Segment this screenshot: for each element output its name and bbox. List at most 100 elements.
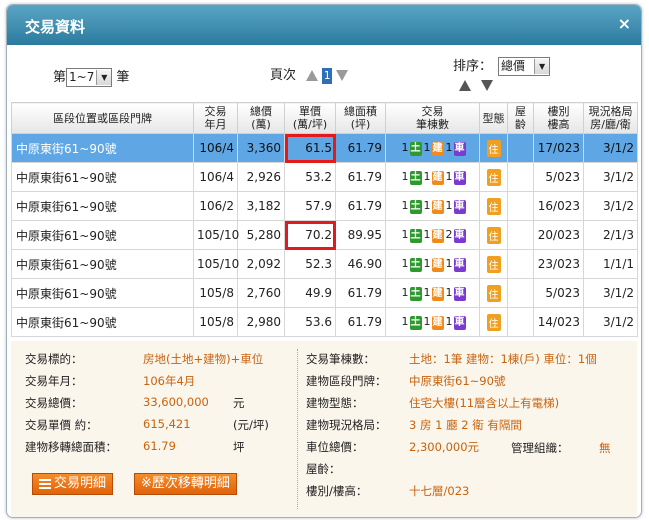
type-cell: 住 (479, 220, 508, 250)
building-badge: 建 (431, 142, 444, 156)
detail-unit: 坪 (233, 440, 245, 454)
date-cell: 106/4 (193, 162, 238, 192)
parking-badge-count: 1 (445, 257, 453, 270)
area-cell: 89.95 (335, 220, 386, 250)
column-header: 區段位置或區段門牌 (11, 102, 194, 134)
chevron-down-icon[interactable]: ▼ (96, 70, 112, 85)
table-row[interactable]: 中原東街61~90號 106/2 3,182 57.9 61.79 1 土 1 建 1 車住 16/0… (11, 191, 638, 221)
detail-panel: 交易標的： 房地(土地+建物)+車位 交易年月： 106年4月 交易總價： 33,600,… (11, 341, 637, 517)
age-cell (507, 220, 534, 250)
sort-direction (459, 78, 494, 93)
layout-cell: 3/1/2 (583, 278, 638, 308)
records-selector: 第 1~7 ▼ 筆 (53, 66, 129, 87)
area-cell: 61.79 (335, 133, 386, 163)
type-badge: 住 (486, 197, 501, 215)
address-cell: 中原東街61~90號 (11, 162, 194, 192)
detail-button[interactable]: 交易明細 (32, 473, 114, 495)
table-row[interactable]: 中原東街61~90號 105/10 5,280 70.2 89.95 1 土 1 建 2 車住 20/… (11, 220, 638, 250)
parking-badge: 車 (453, 171, 466, 185)
building-badge: 建 (431, 171, 444, 185)
detail-divider (297, 349, 298, 509)
land-badge: 土 (409, 258, 422, 272)
type-badge: 住 (486, 226, 501, 244)
type-badge: 住 (486, 313, 501, 331)
type-cell: 住 (479, 278, 508, 308)
land-badge-count: 1 (401, 315, 409, 328)
sort-label: 排序： (453, 59, 493, 74)
records-select[interactable]: 1~7 ▼ (66, 68, 113, 87)
mgmt-label: 管理組織： (511, 441, 569, 455)
date-cell: 105/10 (193, 220, 239, 250)
detail-unit: 元 (233, 396, 245, 410)
land-badge-count: 1 (401, 286, 409, 299)
building-badge: 建 (431, 200, 444, 214)
detail-value: 61.79 (143, 439, 176, 453)
detail-label: 交易筆棟數： (306, 352, 375, 366)
table-row[interactable]: 中原東街61~90號 106/4 3,360 61.5 61.79 1 土 1 建 1 車住 17/0… (11, 133, 638, 163)
type-cell: 住 (479, 133, 508, 163)
page-current[interactable]: 1 (322, 67, 333, 84)
detail-label: 建物型態： (306, 396, 364, 410)
age-cell (507, 249, 534, 279)
land-badge: 土 (409, 229, 422, 243)
count-cell: 1土1建1車 (385, 133, 480, 163)
detail-label: 建物現況格局： (306, 418, 387, 432)
chevron-down-icon[interactable]: ▼ (534, 59, 550, 74)
sort-select[interactable]: 總價 ▼ (498, 57, 551, 76)
building-badge-count: 1 (423, 315, 431, 328)
type-cell: 住 (479, 162, 508, 192)
total-price-cell: 2,980 (237, 307, 285, 337)
page-next-icon[interactable] (336, 70, 349, 81)
count-cell: 1土1建1車 (385, 278, 480, 308)
unit-price-cell: 61.5 (284, 133, 336, 163)
layout-cell: 3/1/2 (583, 307, 638, 337)
total-price-cell: 3,182 (237, 191, 285, 221)
building-badge-count: 1 (423, 257, 431, 270)
date-cell: 106/2 (193, 191, 238, 221)
building-badge-count: 1 (423, 228, 431, 241)
detail-value: 106年4月 (143, 374, 196, 388)
floor-cell: 17/023 (533, 133, 584, 163)
building-badge: 建 (431, 316, 444, 330)
address-cell: 中原東街61~90號 (11, 133, 194, 163)
land-badge: 土 (409, 171, 422, 185)
detail-value: 33,600,000 (143, 395, 209, 409)
type-badge: 住 (486, 139, 501, 157)
floor-cell: 20/023 (533, 220, 584, 250)
floor-cell: 16/023 (533, 191, 584, 221)
parking-badge: 車 (453, 316, 466, 330)
sort-asc-icon[interactable] (459, 80, 471, 91)
parking-badge: 車 (453, 200, 466, 214)
count-cell: 1土1建1車 (385, 162, 480, 192)
parking-badge: 車 (453, 287, 466, 301)
menu-icon (39, 477, 51, 491)
detail-value: 住宅大樓(11層含以上有電梯) (409, 396, 560, 410)
age-cell (507, 307, 534, 337)
land-badge-count: 1 (401, 199, 409, 212)
parking-badge-count: 2 (445, 228, 453, 241)
parking-badge: 車 (453, 229, 466, 243)
address-cell: 中原東街61~90號 (11, 307, 194, 337)
parking-badge: 車 (453, 258, 466, 272)
table-row[interactable]: 中原東街61~90號 105/8 2,980 53.6 61.79 1 土 1 建 1 車住 14/0… (11, 307, 638, 337)
address-cell: 中原東街61~90號 (11, 220, 194, 250)
detail-value: 中原東街61~90號 (409, 374, 506, 388)
detail-label: 建物區段門牌： (306, 374, 387, 388)
history-button[interactable]: ※歷次移轉明細 (134, 473, 237, 495)
sort-desc-icon[interactable] (481, 80, 494, 91)
close-icon[interactable]: × (618, 14, 631, 33)
table-row[interactable]: 中原東街61~90號 105/8 2,760 49.9 61.79 1 土 1 建 1 車住 5/02… (11, 278, 638, 308)
page-prev-icon[interactable] (306, 70, 319, 81)
floor-cell: 14/023 (533, 307, 584, 337)
table-row[interactable]: 中原東街61~90號 105/10 2,092 52.3 46.90 1 土 1 建 1 車住 23/… (11, 249, 638, 279)
detail-label: 交易標的： (25, 352, 83, 366)
column-header: 樓別 樓高 (533, 102, 584, 134)
table-row[interactable]: 中原東街61~90號 106/4 2,926 53.2 61.79 1 土 1 建 1 車住 5/02… (11, 162, 638, 192)
detail-label: 交易總價： (25, 396, 83, 410)
area-cell: 61.79 (335, 162, 386, 192)
parking-badge-count: 1 (445, 141, 453, 154)
detail-label: 車位總價： (306, 440, 364, 454)
building-badge-count: 1 (423, 170, 431, 183)
layout-cell: 3/1/2 (583, 133, 638, 163)
type-badge: 住 (486, 284, 501, 302)
